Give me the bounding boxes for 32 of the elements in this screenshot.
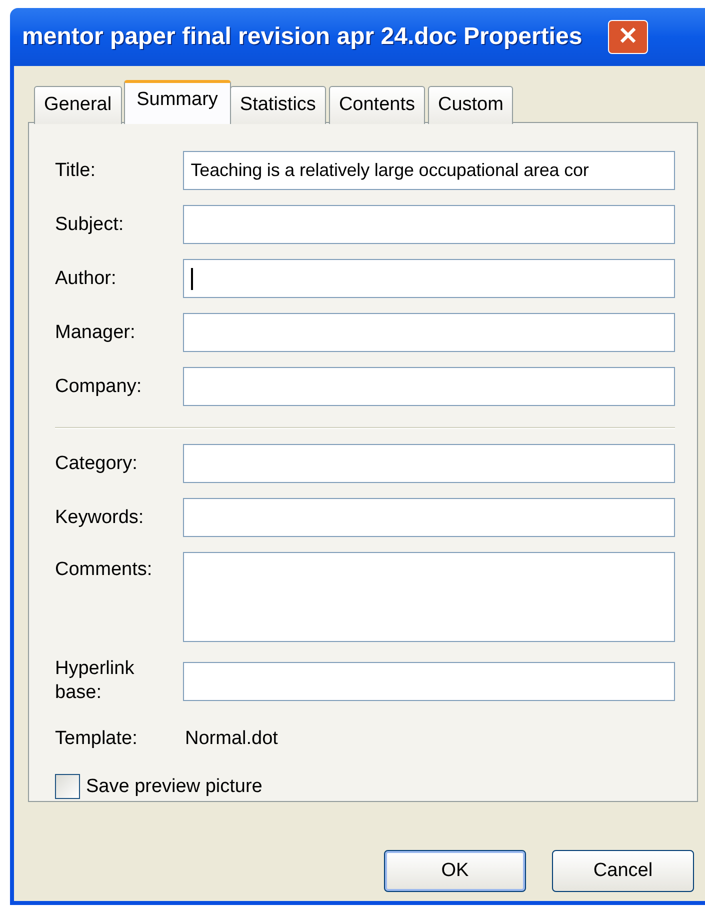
tab[interactable]: Custom <box>428 86 514 124</box>
field-label: Hyperlink base: <box>55 657 136 705</box>
template-value: Normal.dot <box>185 727 278 751</box>
field-label: Company: <box>55 374 143 398</box>
input-field[interactable] <box>182 205 675 244</box>
input-field[interactable] <box>182 444 675 483</box>
dialog-button[interactable]: OK <box>384 850 526 892</box>
field-label: Comments: <box>55 558 154 582</box>
input-field[interactable] <box>182 367 675 406</box>
close-button[interactable]: ✕ <box>608 20 648 54</box>
field-label: Subject: <box>55 212 125 236</box>
field-label: Keywords: <box>55 506 145 530</box>
tab[interactable]: Contents <box>328 86 425 124</box>
tab[interactable]: General <box>34 86 122 124</box>
field-label: Manager: <box>55 320 136 344</box>
field-label: Title: <box>55 158 96 182</box>
input-field[interactable]: Teaching is a relatively large occupational area cor <box>182 151 675 190</box>
input-field[interactable] <box>182 313 675 352</box>
tab[interactable]: Summary <box>124 80 231 124</box>
text-area[interactable] <box>182 552 675 642</box>
field-value: Teaching is a relatively large occupational area cor <box>190 159 589 182</box>
input-field[interactable] <box>182 662 675 700</box>
field-label: Author: <box>55 266 118 290</box>
field-label: Category: <box>55 452 138 476</box>
input-field[interactable] <box>182 498 675 537</box>
checkbox-label[interactable]: Save preview picture <box>86 772 262 801</box>
checkbox[interactable] <box>55 774 80 800</box>
template-label: Template: <box>55 727 138 751</box>
window-title: mentor paper final revision apr 24.doc Properties <box>22 22 582 52</box>
tab[interactable]: Statistics <box>230 86 326 124</box>
dialog-button[interactable]: Cancel <box>552 850 694 892</box>
input-field[interactable] <box>182 259 675 298</box>
